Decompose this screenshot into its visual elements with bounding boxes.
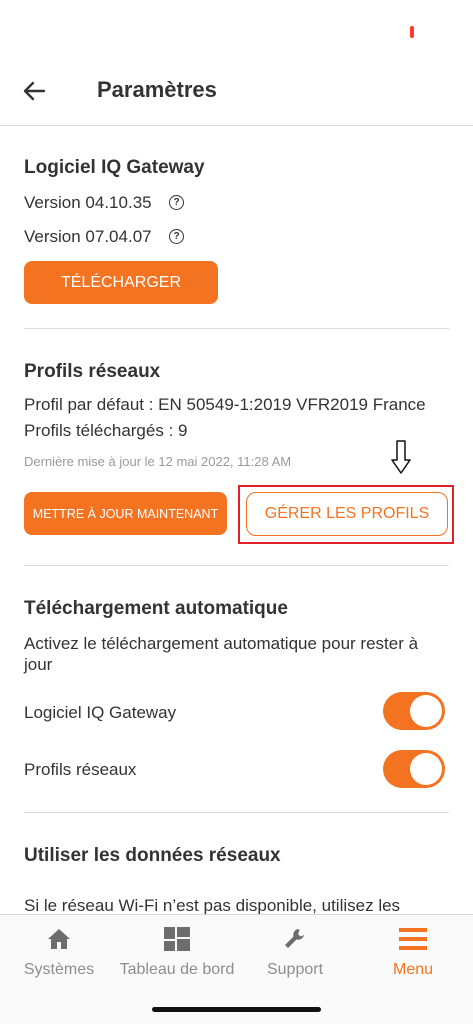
help-icon[interactable]: ? (169, 229, 184, 244)
auto-download-title: Téléchargement automatique (24, 598, 288, 619)
tab-label: Tableau de bord (119, 961, 235, 978)
menu-icon (399, 928, 427, 950)
section-divider (24, 565, 449, 566)
gateway-version-1: Version 04.10.35 (24, 193, 152, 212)
help-icon[interactable]: ? (169, 195, 184, 210)
wrench-icon (285, 929, 304, 948)
toggle-label-gateway: Logiciel IQ Gateway (24, 703, 177, 722)
section-divider (24, 812, 449, 813)
profiles-auto-toggle[interactable] (383, 750, 445, 788)
section-divider (24, 328, 449, 329)
network-data-description: Si le réseau Wi-Fi n’est pas disponible,… (24, 896, 401, 915)
tab-menu[interactable]: Menu (354, 926, 472, 979)
tab-label: Menu (392, 961, 434, 978)
download-button[interactable]: TÉLÉCHARGER (24, 261, 218, 304)
toggle-label-profiles: Profils réseaux (24, 760, 137, 779)
downloaded-profiles-text: Profils téléchargés : 9 (24, 421, 188, 440)
tab-label: Systèmes (23, 961, 95, 978)
dashboard-icon (164, 927, 190, 951)
manage-profiles-button[interactable]: GÉRER LES PROFILS (246, 492, 448, 536)
home-indicator (152, 1007, 321, 1012)
down-arrow-annotation-icon (391, 440, 411, 474)
tab-dashboard[interactable]: Tableau de bord (118, 926, 236, 979)
tab-label: Support (266, 961, 324, 978)
header-divider (0, 125, 473, 126)
gateway-auto-toggle[interactable] (383, 692, 445, 730)
status-indicator (410, 26, 414, 38)
home-icon (48, 929, 70, 949)
back-arrow-icon[interactable] (22, 80, 46, 102)
update-now-button[interactable]: METTRE À JOUR MAINTENANT (24, 492, 227, 535)
page-title: Paramètres (97, 77, 217, 102)
auto-download-description: Activez le téléchargement automatique po… (24, 634, 419, 674)
tab-support[interactable]: Support (236, 926, 354, 979)
last-update-text: Dernière mise à jour le 12 mai 2022, 11:… (24, 454, 292, 469)
default-profile-text: Profil par défaut : EN 50549-1:2019 VFR2… (24, 395, 426, 414)
gateway-version-2: Version 07.04.07 (24, 227, 152, 246)
gateway-section-title: Logiciel IQ Gateway (24, 157, 205, 178)
profiles-section-title: Profils réseaux (24, 361, 161, 382)
tab-systems[interactable]: Systèmes (0, 926, 118, 979)
network-data-title: Utiliser les données réseaux (24, 845, 281, 866)
